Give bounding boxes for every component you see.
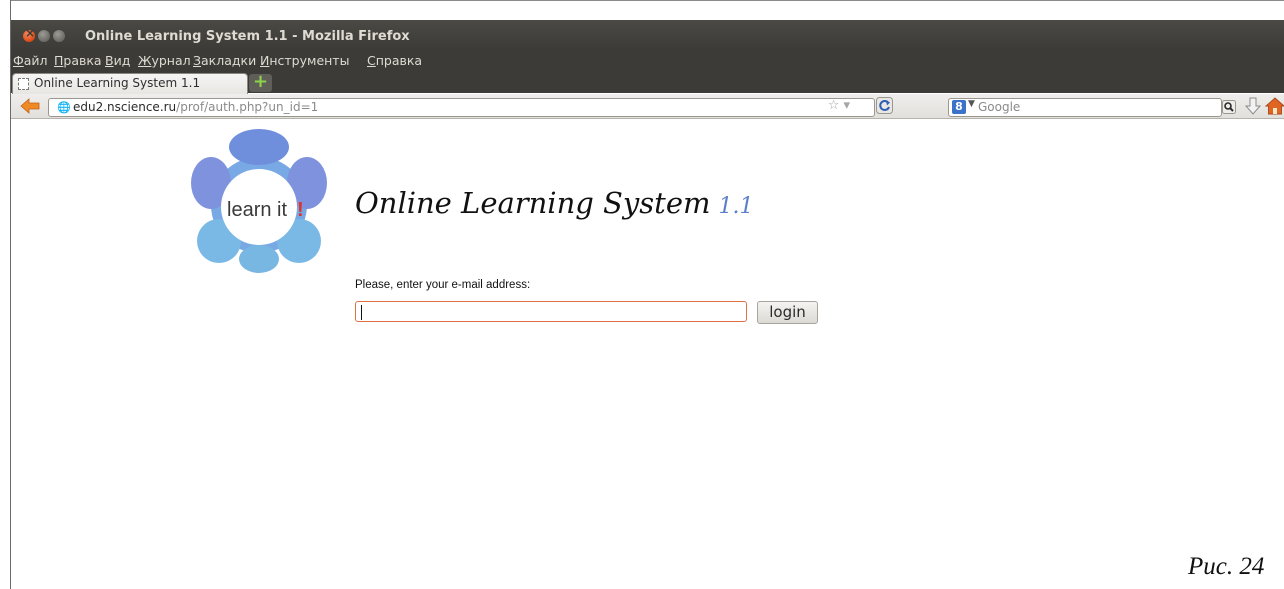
menu-history[interactable]: Журнал — [138, 53, 191, 68]
page-title-text: Online Learning System — [355, 186, 711, 220]
search-placeholder: Google — [978, 100, 1021, 114]
menu-view[interactable]: Вид — [105, 53, 130, 68]
search-bar[interactable]: 8 ▼ Google — [948, 98, 1222, 117]
page-title: Online Learning System 1.1 — [355, 186, 754, 220]
version-badge: 1.1 — [718, 194, 754, 219]
menu-file[interactable]: Файл — [13, 53, 48, 68]
tab-label: Online Learning System 1.1 — [34, 76, 201, 90]
window-minimize-button[interactable] — [38, 30, 50, 42]
menu-tools[interactable]: Инструменты — [260, 53, 349, 68]
url-text: edu2.nscience.ru/prof/auth.php?un_id=1 — [73, 100, 318, 114]
back-button[interactable] — [20, 98, 40, 114]
figure-caption: Рис. 24 — [1188, 553, 1265, 580]
logo-exclaim: ! — [297, 199, 304, 221]
download-arrow-icon — [1245, 97, 1261, 115]
menu-bookmarks[interactable]: Закладки — [193, 53, 256, 68]
chevron-down-icon[interactable]: ▼ — [968, 99, 975, 109]
globe-icon: 🌐 — [57, 101, 71, 114]
bookmark-star-icon[interactable]: ☆ ▾ — [828, 98, 850, 113]
window-close-button[interactable] — [23, 26, 35, 42]
document-frame-top — [10, 0, 1284, 1]
login-button[interactable]: login — [757, 301, 818, 324]
url-host: edu2.nscience.ru — [73, 100, 177, 114]
logo-text: learn it — [227, 199, 287, 221]
plus-icon: + — [253, 71, 269, 92]
url-path: /prof/auth.php?un_id=1 — [176, 100, 319, 114]
menu-edit[interactable]: Правка — [54, 53, 102, 68]
downloads-button[interactable] — [1245, 97, 1261, 115]
google-icon[interactable]: 8 — [952, 100, 966, 114]
learn-it-logo: learn it ! — [191, 129, 327, 273]
text-caret — [361, 305, 362, 320]
search-button[interactable] — [1222, 100, 1236, 114]
new-tab-button[interactable]: + — [249, 71, 272, 92]
email-label: Please, enter your e-mail address: — [355, 279, 531, 291]
menu-help[interactable]: Справка — [367, 53, 422, 68]
window-title: Online Learning System 1.1 - Mozilla Fir… — [85, 29, 410, 44]
reload-button[interactable] — [876, 97, 893, 114]
browser-window: Online Learning System 1.1 - Mozilla Fir… — [11, 20, 1284, 555]
tab-online-learning-system[interactable]: Online Learning System 1.1 — [12, 73, 248, 94]
window-maximize-button[interactable] — [53, 30, 65, 42]
home-button[interactable] — [1265, 97, 1284, 115]
email-input[interactable] — [355, 301, 747, 322]
page-favicon-icon — [18, 78, 29, 90]
title-bar: Online Learning System 1.1 - Mozilla Fir… — [11, 20, 1284, 50]
back-arrow-icon — [20, 98, 40, 114]
url-bar[interactable]: 🌐 edu2.nscience.ru/prof/auth.php?un_id=1… — [48, 97, 893, 117]
